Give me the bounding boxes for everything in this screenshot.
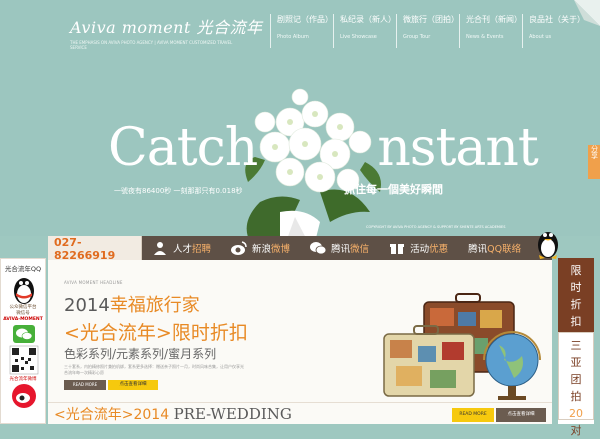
weibo-icon[interactable] (1, 383, 47, 409)
bar-label-a: 人才 (173, 244, 193, 255)
promo-series: 色彩系列/元素系列/蜜月系列 (64, 347, 217, 361)
nav-subtitle: Group Tour (403, 34, 431, 40)
nav-label: 剧照记（作品） (277, 15, 333, 24)
nav-live-showcase[interactable]: 私纪录（新人） Live Showcase (333, 14, 396, 48)
bar-label-b: QQ联络 (487, 244, 522, 255)
phone-number[interactable]: 027-82266919 (54, 236, 141, 262)
main-nav: 剧照记（作品） Photo Album 私纪录（新人） Live Showcas… (270, 14, 585, 48)
promo-offer: <光合流年>限时折扣 (64, 318, 248, 345)
nav-label: 光合刊（新闻） (466, 15, 522, 24)
vintage-luggage-image (383, 293, 541, 400)
share-label: 分享 (590, 145, 599, 159)
promo-content: AVIVA MOMENT HEADLINE 2014幸福旅行家 <光合流年>限时… (48, 260, 552, 424)
flash-sale-char: 限 (570, 264, 582, 277)
promo-description: 三十套系，内拍精修照片兼拍机绑，套系更多选择：赠送亲子照片一月，时尚风味合集，让… (64, 364, 244, 375)
qq-penguin-icon[interactable] (1, 273, 47, 305)
weibo-icon (231, 240, 247, 256)
read-more-button[interactable]: READ MORE (452, 408, 494, 422)
nav-subtitle: Live Showcase (340, 34, 377, 40)
wechat-id: AVIVA-MOMENT (3, 317, 43, 322)
bar-label-a: 腾讯 (468, 244, 488, 255)
contact-bar: 027-82266919 IF YOU HAVE ANY QUESTIONS, … (48, 232, 558, 270)
prewedding-brand: <光合流年> (54, 407, 134, 423)
promo-title-text: 幸福旅行家 (109, 295, 200, 316)
left-sidebar: 光合流年QQ 公众微信平台 微信号 AVIVA-MOMENT 光合流年微博 (0, 258, 46, 424)
page-curl-icon (574, 0, 600, 26)
bar-label-a: 活动 (410, 244, 430, 255)
wechat-icon (310, 240, 327, 256)
section-headline: AVIVA MOMENT HEADLINE (64, 280, 123, 285)
nav-photo-album[interactable]: 剧照记（作品） Photo Album (270, 14, 333, 48)
bar-item-promotion[interactable]: 活动 优惠 (379, 236, 458, 260)
qq-penguin-icon (538, 232, 558, 259)
bar-label-a: 新浪 (252, 244, 272, 255)
nav-subtitle: About us (529, 34, 552, 40)
nav-news-events[interactable]: 光合刊（新闻） News & Events (459, 14, 522, 48)
flash-sale-block[interactable]: 限 时 折 扣 (558, 258, 594, 332)
hero-caption: 抓住每一個美好瞬間 (344, 183, 443, 196)
share-tab[interactable]: 分享 (588, 145, 600, 179)
sanya-group-block[interactable]: 三 亚 团 拍 20 对 (558, 332, 594, 437)
logo-subtitle: THE EMPHASIS ON AVIVA PHOTO AGENCY | AVI… (70, 40, 233, 50)
qq-title: 光合流年QQ (4, 265, 42, 273)
hero-headline-right: nstant (377, 118, 538, 178)
nav-group-tour[interactable]: 微旅行（团拍） Group Tour (396, 14, 459, 48)
hero-headline: Catch nstant (108, 118, 539, 178)
nav-label: 私纪录（新人） (340, 15, 396, 24)
flash-sale-char: 扣 (570, 315, 582, 328)
prewedding-text: PRE-WEDDING (173, 405, 292, 423)
bar-label-b: 微信 (350, 244, 370, 255)
details-button[interactable]: 点击查看详细 (496, 408, 546, 422)
bar-label-b: 招聘 (192, 244, 212, 255)
sanya-char: 亚 (570, 356, 582, 369)
hero-copyright: COPYRIGHT BY AVIVA PHOTO AGENCY & SUPPOR… (366, 225, 506, 229)
bar-item-wechat[interactable]: 腾讯 微信 (300, 236, 379, 260)
bar-label-b: 微博 (271, 244, 291, 255)
details-button[interactable]: 点击查看详细 (108, 380, 158, 390)
sanya-char: 团 (570, 373, 582, 386)
gift-icon (389, 240, 405, 256)
promo-brand: <光合流年> (64, 322, 172, 344)
prewedding-year: 2014 (133, 407, 170, 423)
bar-item-recruit[interactable]: 人才 招聘 (142, 236, 221, 260)
wechat-icon[interactable] (1, 323, 47, 345)
promo-title: 2014幸福旅行家 (64, 291, 200, 317)
right-sidebar[interactable]: 限 时 折 扣 三 亚 团 拍 20 对 (558, 258, 594, 437)
hero-headline-left: Catch (108, 118, 258, 178)
flash-sale-char: 时 (570, 281, 582, 294)
sanya-char: 对 (570, 424, 582, 437)
contact-phone-box: 027-82266919 IF YOU HAVE ANY QUESTIONS, … (48, 236, 142, 270)
flash-sale-char: 折 (570, 298, 582, 311)
qr-code-icon (9, 345, 39, 375)
sanya-char: 三 (570, 339, 582, 352)
promo-year: 2014 (64, 295, 110, 316)
nav-label: 微旅行（团拍） (403, 15, 459, 24)
promo-offer-text: 限时折扣 (171, 322, 248, 344)
read-more-button[interactable]: READ MORE (64, 380, 106, 390)
nav-subtitle: Photo Album (277, 34, 309, 40)
bar-item-qq[interactable]: 腾讯 QQ联络 (458, 236, 531, 260)
bar-item-weibo[interactable]: 新浪 微博 (221, 236, 300, 260)
hero-stats: 一號夜有86400秒 一刻那那只有0.018秒 (114, 187, 243, 195)
nav-subtitle: News & Events (466, 34, 504, 40)
bar-label-b: 优惠 (429, 244, 449, 255)
sanya-char: 拍 (570, 390, 582, 403)
prewedding-title: <光合流年>2014 PRE-WEDDING (54, 404, 292, 424)
person-icon (152, 240, 168, 256)
logo-brand: Aviva moment 光合流年 (70, 18, 263, 37)
logo[interactable]: Aviva moment 光合流年 THE EMPHASIS ON AVIVA … (70, 14, 263, 50)
hero-banner: Aviva moment 光合流年 THE EMPHASIS ON AVIVA … (0, 0, 600, 236)
bar-label-a: 腾讯 (331, 244, 351, 255)
sanya-number: 20 (569, 407, 583, 420)
section-divider (48, 402, 552, 403)
